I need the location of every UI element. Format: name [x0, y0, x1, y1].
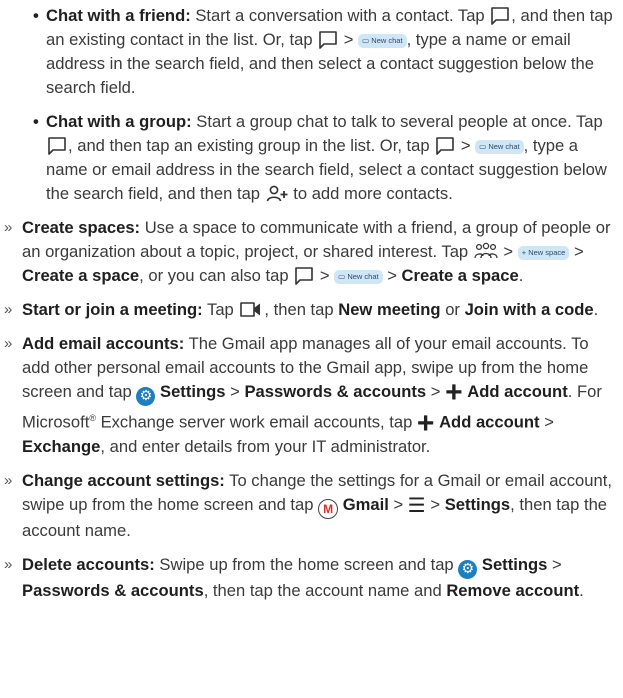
email-bold-settings: Settings — [160, 382, 226, 401]
separator: > — [387, 266, 397, 285]
separator: > — [551, 554, 562, 574]
email-bold-add-account-2: Add account — [439, 412, 540, 432]
separator: > — [573, 242, 584, 261]
bullet-chat-with-friend: • Chat with a friend: Start a conversatio… — [0, 4, 623, 100]
meeting-text-3: or — [440, 300, 465, 319]
video-camera-icon — [240, 302, 261, 317]
separator: > — [430, 382, 441, 401]
bullet-chat-with-group: • Chat with a group: Start a group chat t… — [0, 110, 623, 206]
chat-bubble-icon — [295, 267, 314, 285]
item-meeting: » Start or join a meeting: Tap , then tap… — [0, 298, 623, 322]
delete-bold-passwords: Passwords & accounts — [22, 580, 204, 600]
separator: > — [503, 242, 514, 261]
chat-bubble-icon — [319, 31, 337, 49]
new-chat-label: New chat — [488, 142, 520, 151]
chat-friend-text-1: Start a conversation with a contact. Tap — [190, 6, 490, 25]
settings-gear-icon: ⚙ — [458, 559, 478, 579]
separator: > — [319, 266, 330, 285]
menu-icon: ☰ — [407, 494, 426, 517]
group-people-icon — [474, 242, 498, 259]
meeting-text-2: , then tap — [264, 300, 339, 319]
new-space-chip: + New space — [517, 246, 570, 260]
email-bold-exchange: Exchange — [22, 436, 101, 456]
settings-gear-icon: ⚙ — [136, 387, 156, 406]
spaces-title: Create spaces: — [22, 218, 141, 237]
chat-group-text-4: to add more contacts. — [288, 184, 453, 203]
separator: > — [544, 412, 554, 432]
change-bold-settings: Settings — [444, 494, 511, 514]
bullet-dot: • — [33, 6, 39, 25]
add-person-icon — [266, 185, 288, 202]
spaces-bold-2: Create a space — [401, 266, 519, 285]
gmail-icon: M — [318, 498, 339, 519]
chat-bubble-icon — [48, 137, 66, 155]
chevron-bullet-icon: » — [4, 219, 13, 236]
item-change-account-settings: » Change account settings: To change the … — [0, 469, 623, 543]
chevron-bullet-icon: » — [4, 301, 13, 318]
chevron-bullet-icon: » — [4, 335, 13, 352]
new-chat-label: New chat — [371, 36, 403, 45]
meeting-text-1: Tap — [202, 300, 239, 319]
new-chat-chip: ▭ New chat — [334, 270, 383, 284]
item-add-email-accounts: » Add email accounts: The Gmail app manag… — [0, 332, 623, 459]
separator: > — [460, 136, 471, 155]
separator: > — [430, 494, 441, 514]
chat-group-text-1: Start a group chat to talk to several pe… — [191, 112, 603, 131]
spaces-bold-1: Create a space — [22, 266, 140, 285]
bullet-dot: • — [33, 112, 39, 131]
chat-bubble-icon — [491, 7, 510, 25]
email-text-3: Exchange server work email accounts, tap — [95, 412, 417, 432]
delete-text-1: Swipe up from the home screen and tap — [154, 554, 459, 574]
chat-bubble-icon — [436, 137, 455, 155]
meeting-title: Start or join a meeting: — [22, 300, 203, 319]
chevron-bullet-icon: » — [4, 471, 13, 489]
chat-group-text-2: , and then tap an existing group in the … — [68, 136, 435, 155]
chat-group-title: Chat with a group: — [46, 112, 192, 131]
chat-friend-title: Chat with a friend: — [46, 6, 191, 25]
email-title: Add email accounts: — [22, 334, 185, 353]
delete-bold-remove: Remove account — [446, 580, 580, 600]
item-create-spaces: » Create spaces: Use a space to communica… — [4, 218, 611, 285]
separator: > — [230, 382, 240, 401]
delete-title: Delete accounts: — [22, 554, 155, 574]
meeting-bold-2: Join with a code — [464, 300, 594, 319]
spaces-text-2: , or you can also tap — [139, 266, 294, 285]
plus-icon: + — [445, 376, 463, 409]
chevron-bullet-icon: » — [4, 555, 13, 573]
new-chat-chip: ▭ New chat — [358, 34, 407, 48]
new-chat-label: New chat — [347, 272, 379, 281]
change-title: Change account settings: — [22, 470, 225, 490]
separator: > — [393, 494, 404, 514]
delete-bold-settings: Settings — [481, 554, 548, 574]
document-body: • Chat with a friend: Start a conversatio… — [0, 4, 623, 613]
separator: > — [343, 30, 354, 49]
email-text-4: , and enter details from your IT adminis… — [100, 436, 431, 456]
plus-icon: + — [416, 406, 435, 440]
item-delete-accounts: » Delete accounts: Swipe up from the home… — [4, 554, 584, 600]
delete-text-2: , then tap the account name and — [203, 580, 447, 600]
meeting-bold-1: New meeting — [338, 300, 441, 319]
new-chat-chip: ▭ New chat — [475, 140, 524, 154]
email-bold-passwords: Passwords & accounts — [244, 382, 427, 401]
registered-mark: ® — [89, 413, 96, 423]
email-bold-add-account: Add account — [467, 382, 568, 401]
change-bold-gmail: Gmail — [342, 494, 389, 514]
